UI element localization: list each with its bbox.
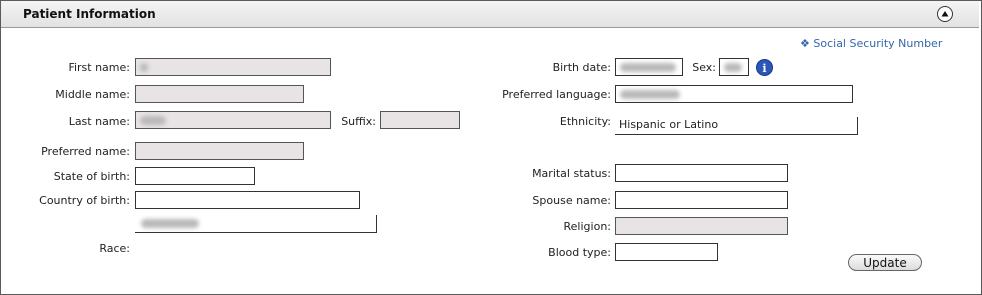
- ethnicity-field[interactable]: Hispanic or Latino: [615, 117, 858, 135]
- religion-field[interactable]: [615, 217, 788, 235]
- spouse-name-field[interactable]: [615, 191, 788, 209]
- country-of-birth-label: Country of birth:: [39, 194, 130, 207]
- diamond-icon: ❖: [800, 37, 810, 50]
- blood-type-field[interactable]: [615, 243, 718, 261]
- redacted-value: [140, 62, 148, 72]
- ethnicity-value: Hispanic or Latino: [619, 118, 719, 131]
- update-button[interactable]: Update: [848, 254, 922, 271]
- suffix-label: Suffix:: [341, 115, 376, 128]
- preferred-name-label: Preferred name:: [41, 145, 130, 158]
- last-name-field[interactable]: [135, 111, 331, 129]
- marital-status-label: Marital status:: [532, 167, 611, 180]
- chevron-up-icon: [941, 11, 949, 17]
- state-of-birth-label: State of birth:: [53, 170, 130, 183]
- preferred-name-field[interactable]: [135, 142, 304, 160]
- last-name-label: Last name:: [68, 115, 130, 128]
- redacted-value: [140, 115, 166, 125]
- first-name-field[interactable]: [135, 58, 331, 76]
- middle-name-field[interactable]: [135, 85, 304, 103]
- spouse-name-label: Spouse name:: [532, 194, 611, 207]
- redacted-value: [141, 218, 199, 228]
- panel-title: Patient Information: [23, 7, 156, 21]
- redacted-value: [724, 62, 742, 72]
- redacted-value: [620, 62, 676, 72]
- ethnicity-label: Ethnicity:: [559, 115, 611, 128]
- collapse-button[interactable]: [937, 6, 953, 22]
- birth-date-field[interactable]: [615, 58, 683, 76]
- first-name-label: First name:: [68, 61, 130, 74]
- sex-field[interactable]: [719, 58, 749, 76]
- state-of-birth-field[interactable]: [135, 167, 255, 185]
- info-icon[interactable]: i: [756, 59, 773, 76]
- preferred-language-label: Preferred language:: [502, 88, 611, 101]
- marital-status-field[interactable]: [615, 164, 788, 182]
- middle-name-label: Middle name:: [55, 88, 130, 101]
- blood-type-label: Blood type:: [548, 246, 611, 259]
- preferred-language-field[interactable]: [615, 85, 853, 103]
- religion-label: Religion:: [563, 220, 611, 233]
- race-label: Race:: [99, 242, 130, 255]
- ssn-link-label: Social Security Number: [813, 37, 943, 50]
- race-selection-field[interactable]: [135, 215, 377, 233]
- panel-header: Patient Information: [1, 1, 979, 28]
- country-of-birth-field[interactable]: [135, 191, 360, 209]
- redacted-value: [620, 89, 680, 99]
- suffix-field[interactable]: [380, 111, 460, 129]
- birth-date-label: Birth date:: [552, 61, 611, 74]
- sex-label: Sex:: [692, 61, 716, 74]
- ssn-link[interactable]: ❖ Social Security Number: [800, 37, 942, 50]
